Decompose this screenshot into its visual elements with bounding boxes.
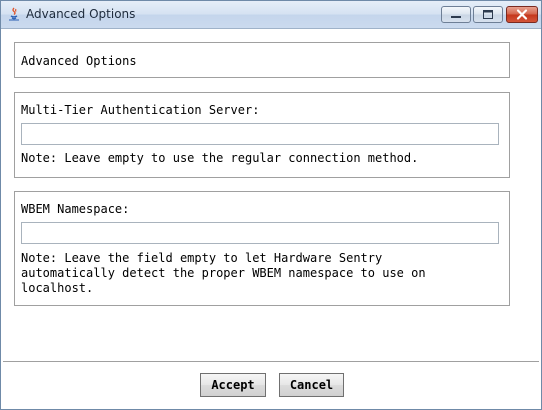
mtas-panel: Multi-Tier Authentication Server: Note: …	[14, 92, 510, 178]
maximize-button[interactable]	[473, 6, 503, 23]
java-app-icon	[7, 7, 21, 21]
panel-title: Advanced Options	[21, 54, 137, 68]
wbem-note: Note: Leave the field empty to let Hardw…	[21, 251, 426, 295]
mtas-input[interactable]	[21, 123, 499, 145]
advanced-options-window: Advanced Options Advanced Options Multi-…	[0, 0, 542, 410]
title-bar[interactable]: Advanced Options	[1, 1, 541, 29]
minimize-button[interactable]	[441, 6, 471, 23]
minimize-icon	[451, 16, 461, 18]
header-panel: Advanced Options	[14, 42, 510, 78]
wbem-label: WBEM Namespace:	[21, 202, 130, 216]
window-title: Advanced Options	[26, 7, 136, 21]
mtas-label: Multi-Tier Authentication Server:	[21, 103, 260, 117]
maximize-icon	[483, 10, 493, 19]
cancel-button[interactable]: Cancel	[279, 373, 344, 397]
mtas-note: Note: Leave empty to use the regular con…	[21, 151, 419, 165]
footer-divider	[3, 361, 539, 362]
close-button[interactable]	[506, 6, 538, 23]
wbem-panel: WBEM Namespace: Note: Leave the field em…	[14, 191, 510, 306]
accept-button[interactable]: Accept	[200, 373, 266, 397]
close-icon	[516, 9, 528, 20]
wbem-input[interactable]	[21, 222, 499, 244]
